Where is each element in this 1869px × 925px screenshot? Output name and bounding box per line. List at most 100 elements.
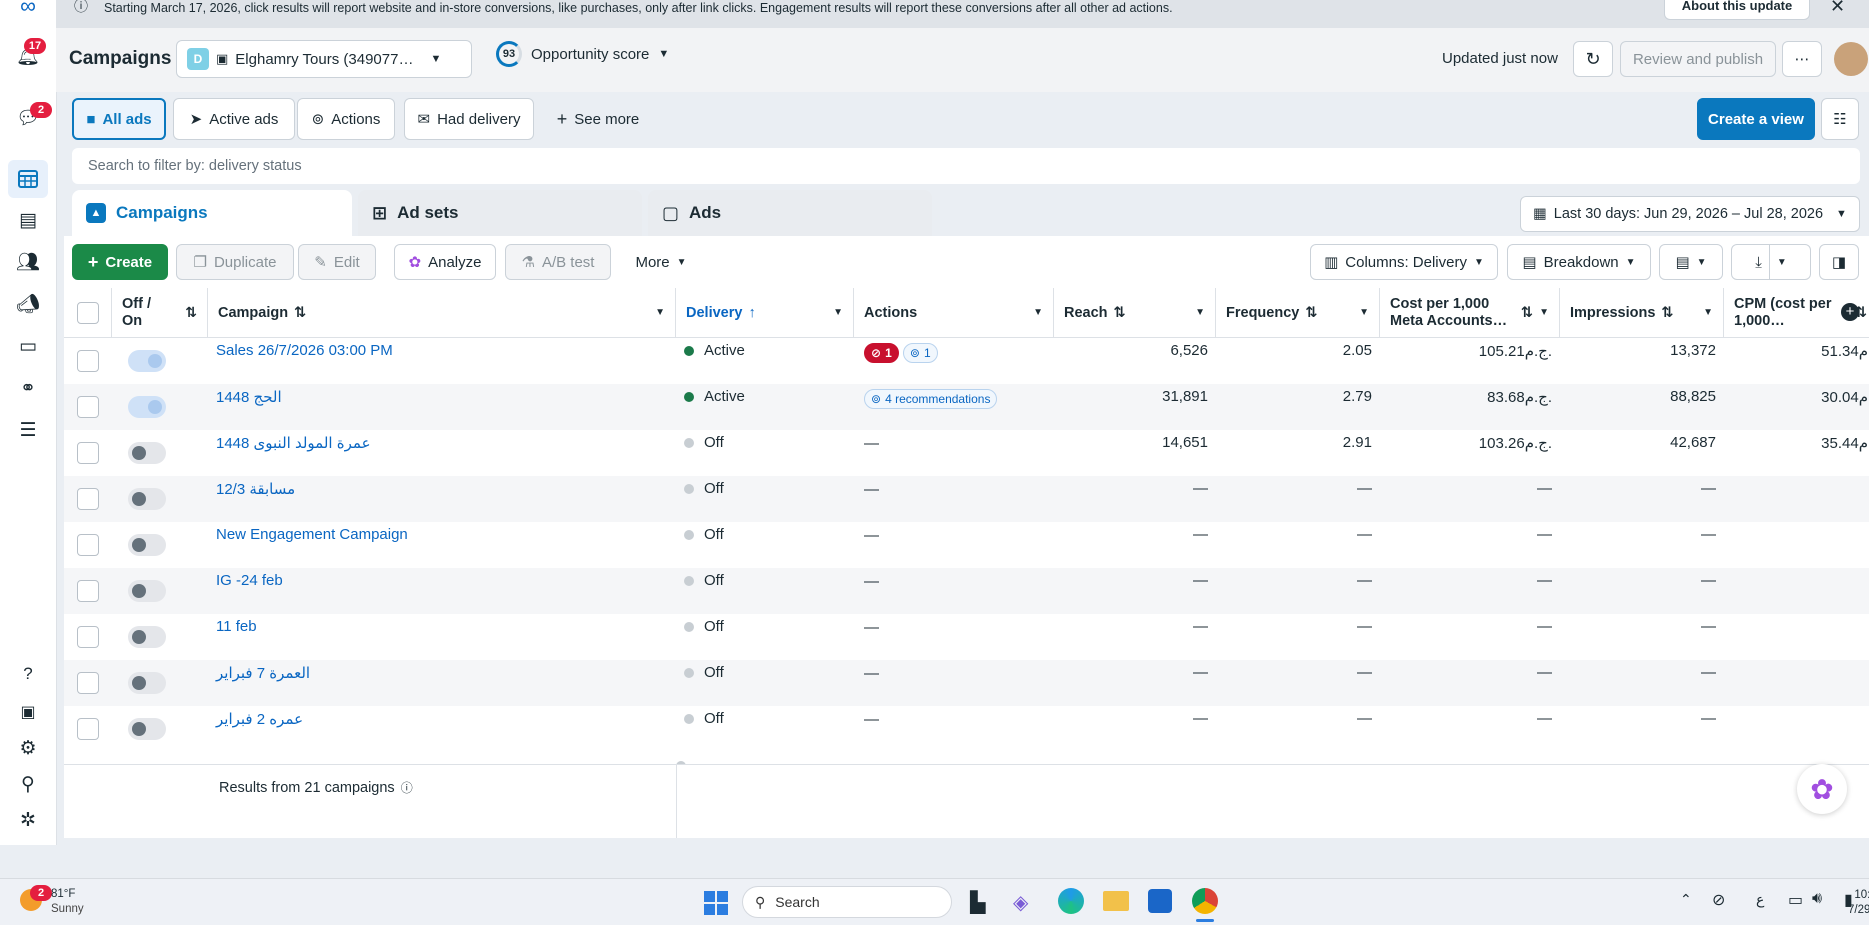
campaign-toggle[interactable] xyxy=(128,626,166,648)
more-options-button[interactable]: ⋯ xyxy=(1782,41,1822,77)
display-icon[interactable]: ▭ xyxy=(1788,890,1803,910)
store-app-icon[interactable] xyxy=(1148,889,1172,913)
table-row[interactable]: الحج 1448 Active ⊚ 4 recommendations 31,891 2… xyxy=(64,384,1869,430)
tab-ad-sets[interactable]: ⊞ Ad sets xyxy=(358,190,642,236)
view-all-ads[interactable]: ■ All ads xyxy=(72,98,166,140)
date-range-picker[interactable]: ▦ Last 30 days: Jun 29, 2026 – Jul 28, 2… xyxy=(1520,196,1860,232)
campaign-toggle[interactable] xyxy=(128,718,166,740)
row-checkbox[interactable] xyxy=(77,350,99,372)
header-impressions[interactable]: Impressions ⇅ ▼ xyxy=(1560,288,1724,338)
campaign-name-link[interactable]: الحج 1448 xyxy=(216,388,282,406)
table-row[interactable]: مسابقة 12/3 Off — — — — — — xyxy=(64,476,1869,522)
table-row[interactable]: 11 feb Off — — — — — — xyxy=(64,614,1869,660)
header-actions[interactable]: Actions ▼ xyxy=(854,288,1054,338)
search-icon[interactable]: ⚲ xyxy=(14,770,42,798)
view-active-ads[interactable]: ➤ Active ads xyxy=(173,98,295,140)
campaigns-grid-icon[interactable] xyxy=(8,160,48,198)
network-icon[interactable]: ⊘ xyxy=(1712,890,1725,910)
filter-search-input[interactable]: Search to filter by: delivery status xyxy=(72,148,1860,184)
settings-gear-icon[interactable]: ⚙ xyxy=(14,734,42,762)
file-explorer-icon[interactable] xyxy=(1103,891,1129,911)
help-icon[interactable]: ? xyxy=(14,660,42,688)
create-button[interactable]: + Create xyxy=(72,244,168,280)
campaign-toggle[interactable] xyxy=(128,580,166,602)
columns-dropdown[interactable]: ▥ Columns: Delivery ▼ xyxy=(1310,244,1498,280)
header-campaign[interactable]: Campaign ⇅ ▼ xyxy=(208,288,676,338)
campaign-toggle[interactable] xyxy=(128,488,166,510)
ai-assistant-icon[interactable]: ✿ xyxy=(1797,764,1847,814)
table-row[interactable]: العمرة 7 فبراير Off — — — — — — xyxy=(64,660,1869,706)
review-publish-button[interactable]: Review and publish xyxy=(1620,41,1776,77)
export-dropdown[interactable]: ⤓ ▼ xyxy=(1731,244,1811,280)
events-manager-icon[interactable]: ⚭ xyxy=(14,374,42,402)
pages-icon[interactable]: ▤ xyxy=(14,206,42,234)
view-had-delivery[interactable]: ✉ Had delivery xyxy=(404,98,534,140)
row-checkbox[interactable] xyxy=(77,396,99,418)
table-row[interactable]: IG -24 feb Off — — — — — — xyxy=(64,568,1869,614)
ad-account-selector[interactable]: D ▣ Elghamry Tours (349077… ▼ xyxy=(176,40,472,78)
bug-report-icon[interactable]: ✲ xyxy=(14,806,42,834)
campaign-name-link[interactable]: 11 feb xyxy=(216,618,257,635)
row-checkbox[interactable] xyxy=(77,718,99,740)
table-row[interactable]: عمرة المولد النبوى 1448 Off — 14,651 2.91 103… xyxy=(64,430,1869,476)
add-column-icon[interactable]: + xyxy=(1841,303,1859,321)
audiences-icon[interactable]: 👥︎ xyxy=(14,248,42,276)
billing-icon[interactable]: ▭ xyxy=(14,332,42,360)
reports-dropdown[interactable]: ▤ ▼ xyxy=(1659,244,1723,280)
campaign-toggle[interactable] xyxy=(128,442,166,464)
volume-icon[interactable]: 🔊︎ xyxy=(1812,890,1822,908)
terminal-app-icon[interactable]: ▙ xyxy=(970,890,985,915)
campaign-name-link[interactable]: IG -24 feb xyxy=(216,572,283,589)
about-update-button[interactable]: About this update xyxy=(1664,0,1810,20)
view-actions[interactable]: ⊚ Actions xyxy=(297,98,395,140)
row-checkbox[interactable] xyxy=(77,488,99,510)
campaign-toggle[interactable] xyxy=(128,396,166,418)
weather-widget[interactable]: 81°F Sunny xyxy=(51,887,84,917)
header-toggle[interactable]: Off / On ⇅ xyxy=(112,288,208,338)
edge-browser-icon[interactable] xyxy=(1058,888,1084,914)
recommendation-badge[interactable]: ⊚ 1 xyxy=(902,343,938,363)
edit-button[interactable]: ✎ Edit xyxy=(298,244,376,280)
clock[interactable]: 10: 7/29 xyxy=(1848,888,1869,918)
ab-test-button[interactable]: ⚗ A/B test xyxy=(505,244,611,280)
row-checkbox[interactable] xyxy=(77,672,99,694)
table-row[interactable]: New Engagement Campaign Off — — — — — — xyxy=(64,522,1869,568)
avatar[interactable] xyxy=(1834,42,1868,76)
error-badge[interactable]: ⊘ 1 xyxy=(864,343,899,363)
table-row[interactable]: عمره 2 فبراير Off — — — — — — xyxy=(64,706,1869,752)
campaign-name-link[interactable]: عمره 2 فبراير xyxy=(216,710,303,728)
header-select-all[interactable] xyxy=(64,288,112,338)
header-reach[interactable]: Reach ⇅ ▼ xyxy=(1054,288,1216,338)
recommendations-badge[interactable]: ⊚ 4 recommendations xyxy=(864,389,998,409)
copilot-app-icon[interactable]: ◈ xyxy=(1013,890,1028,915)
chevron-up-icon[interactable]: ⌃ xyxy=(1680,891,1692,908)
campaign-name-link[interactable]: العمرة 7 فبراير xyxy=(216,664,310,682)
language-indicator[interactable]: ع xyxy=(1756,891,1764,908)
meta-logo-icon[interactable]: ∞ xyxy=(14,0,42,20)
windows-start-icon[interactable] xyxy=(704,891,728,915)
opportunity-score[interactable]: 93 Opportunity score ▼ xyxy=(496,41,669,67)
header-frequency[interactable]: Frequency ⇅ ▼ xyxy=(1216,288,1380,338)
close-icon[interactable]: ✕ xyxy=(1830,0,1845,17)
duplicate-button[interactable]: ❐ Duplicate xyxy=(176,244,294,280)
create-view-button[interactable]: Create a view xyxy=(1697,98,1815,140)
megaphone-icon[interactable]: 📣︎ xyxy=(14,290,42,318)
reports-icon[interactable]: ▣ xyxy=(14,698,42,726)
info-icon[interactable]: ⓘ xyxy=(401,779,413,796)
tab-ads[interactable]: ▢ Ads xyxy=(648,190,932,236)
analyze-button[interactable]: ✿ Analyze xyxy=(394,244,496,280)
row-checkbox[interactable] xyxy=(77,580,99,602)
campaign-toggle[interactable] xyxy=(128,350,166,372)
view-settings-button[interactable]: ☷ xyxy=(1821,98,1859,140)
see-more-button[interactable]: + See more xyxy=(546,98,650,140)
select-all-checkbox[interactable] xyxy=(76,301,99,324)
menu-icon[interactable]: ☰ xyxy=(14,416,42,444)
campaign-toggle[interactable] xyxy=(128,672,166,694)
campaign-name-link[interactable]: Sales 26/7/2026 03:00 PM xyxy=(216,342,393,359)
campaign-name-link[interactable]: New Engagement Campaign xyxy=(216,526,408,543)
header-cost-per-1000[interactable]: Cost per 1,000 Meta Accounts… ⇅ ▼ xyxy=(1380,288,1560,338)
breakdown-dropdown[interactable]: ▤ Breakdown ▼ xyxy=(1507,244,1651,280)
refresh-button[interactable]: ↻ xyxy=(1573,41,1613,77)
row-checkbox[interactable] xyxy=(77,626,99,648)
campaign-name-link[interactable]: مسابقة 12/3 xyxy=(216,480,295,498)
